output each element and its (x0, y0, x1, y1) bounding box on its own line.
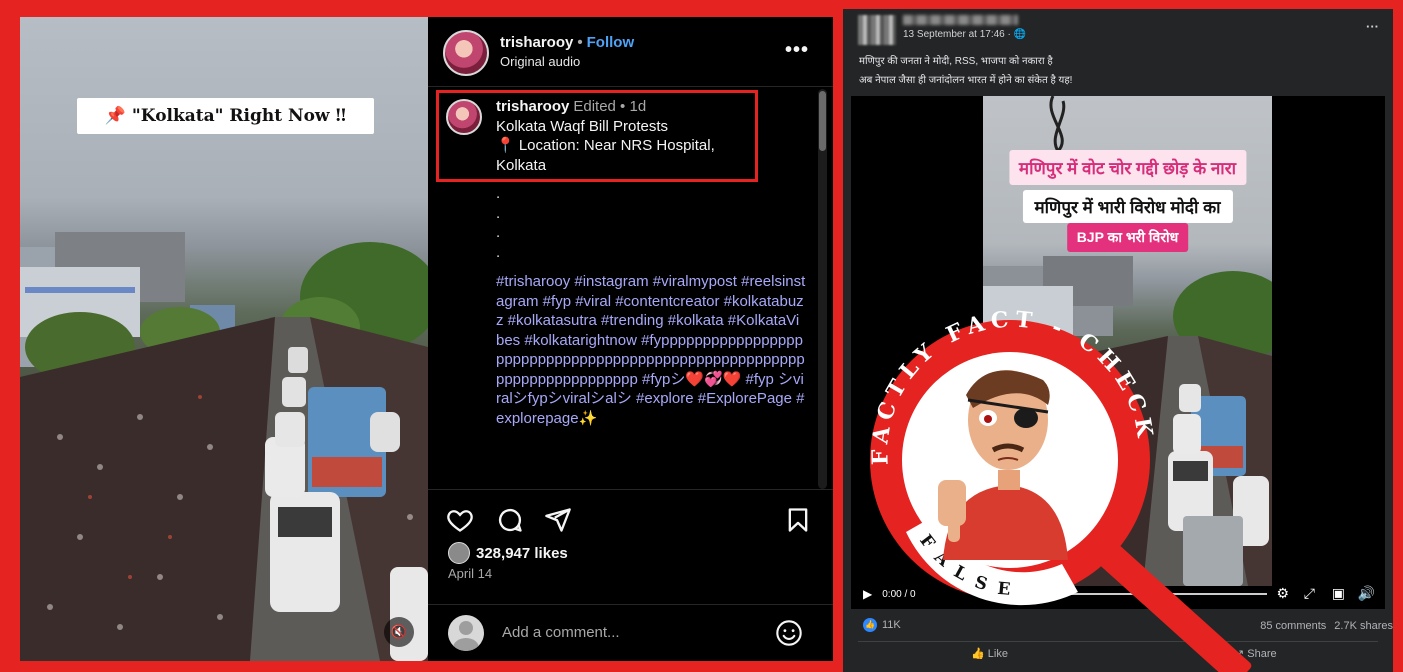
like-reaction-icon: 👍 (863, 618, 877, 632)
caption-username[interactable]: trisharooy (496, 98, 569, 115)
reel-video[interactable]: 📌 "Kolkata" Right Now ‼ 🔇 (20, 17, 428, 661)
fact-check-stamp: FACTLY FACT - CHECK FALSE (867, 306, 1153, 606)
current-user-avatar (448, 615, 484, 651)
video-banner-1: मणिपुर में वोट चोर गद्दी छोड़ के नारा (1008, 150, 1247, 185)
bookmark-icon[interactable] (784, 506, 812, 534)
action-bar: 328,947 likes April 14 (428, 489, 833, 604)
post-header: trisharooy • Follow Original audio ••• (428, 17, 833, 87)
more-options-icon[interactable]: ··· (1366, 19, 1379, 34)
like-button[interactable]: 👍 Like (971, 647, 1008, 660)
instagram-post: 📌 "Kolkata" Right Now ‼ 🔇 trisharooy • Fol… (20, 17, 833, 661)
scrollbar[interactable] (818, 89, 827, 489)
comment-input[interactable]: Add a comment... (502, 624, 620, 641)
add-comment-bar: Add a comment... (428, 604, 833, 661)
post-line-1: मणिपुर की जनता ने मोदी, RSS, भाजपा को नक… (859, 56, 1053, 67)
caption-text: trisharooy Edited • 1d Kolkata Waqf Bill … (496, 97, 806, 175)
avatar[interactable] (443, 30, 489, 76)
shares-count[interactable]: 2.7K shares (1334, 620, 1393, 632)
post-date: April 14 (448, 566, 493, 581)
scrollbar-thumb[interactable] (819, 91, 826, 151)
emoji-icon[interactable] (775, 619, 803, 647)
dot-line: . (496, 204, 501, 222)
blurred-username (903, 15, 1018, 25)
separator: • (577, 34, 583, 51)
mute-icon[interactable]: 🔇 (384, 617, 414, 647)
dot-line: . (496, 243, 501, 261)
pip-icon[interactable]: ▣ (1332, 585, 1345, 602)
caption-meta: Edited • 1d (573, 98, 647, 115)
avatar[interactable] (858, 15, 896, 45)
likes-count[interactable]: 328,947 likes (448, 542, 568, 564)
heart-icon[interactable] (446, 506, 474, 534)
like-label: Like (987, 648, 1008, 660)
reaction-count[interactable]: 11K (882, 619, 901, 631)
share-label: Share (1247, 648, 1277, 660)
instagram-sidebar: trisharooy • Follow Original audio ••• tri… (428, 17, 833, 661)
video-banner-3: BJP का भरी विरोध (1066, 223, 1189, 252)
caption-line-3: Kolkata (496, 156, 547, 174)
caption-hashtags[interactable]: #trisharooy #instagram #viralmypost #ree… (496, 272, 806, 428)
caption-dots: . . . . (496, 184, 500, 262)
follow-button[interactable]: Follow (587, 34, 635, 51)
audio-link[interactable]: Original audio (500, 54, 580, 69)
video-banner-2: मणिपुर में भारी विरोध मोदी का (1022, 190, 1233, 223)
thumbs-up-icon: 👍 (971, 648, 988, 660)
share-icon[interactable] (544, 506, 572, 534)
header-username-line: trisharooy • Follow (500, 34, 634, 51)
post-stats: 👍 11K 85 comments 2.7K shares (863, 618, 1393, 632)
username-link[interactable]: trisharooy (500, 34, 573, 51)
caption-line-1: Kolkata Waqf Bill Protests (496, 117, 669, 135)
likes-label: 328,947 likes (476, 544, 568, 562)
dot-line: . (496, 224, 501, 241)
fullscreen-icon[interactable]: ⤢ (1304, 585, 1315, 602)
engagement-counts: 85 comments 2.7K shares (1252, 620, 1393, 632)
comment-icon[interactable] (496, 506, 524, 534)
post-text: मणिपुर की जनता ने मोदी, RSS, भाजपा को नक… (859, 52, 1379, 90)
post-timestamp[interactable]: 13 September at 17:46 · 🌐 (903, 29, 1026, 40)
dot-line: . (496, 185, 501, 202)
post-line-2: अब नेपाल जैसा ही जनांदोलन भारत में होने … (859, 75, 1073, 86)
settings-icon[interactable]: ⚙ (1276, 585, 1289, 602)
caption-line-2: 📍 Location: Near NRS Hospital, (496, 137, 715, 154)
video-text-overlay: 📌 "Kolkata" Right Now ‼ (77, 98, 374, 134)
liker-avatar (448, 542, 470, 564)
caption-avatar[interactable] (446, 99, 482, 135)
divider (858, 641, 1378, 642)
more-options-icon[interactable]: ••• (785, 39, 809, 62)
comments-count[interactable]: 85 comments (1260, 620, 1326, 632)
volume-icon[interactable]: 🔊 (1358, 585, 1375, 602)
